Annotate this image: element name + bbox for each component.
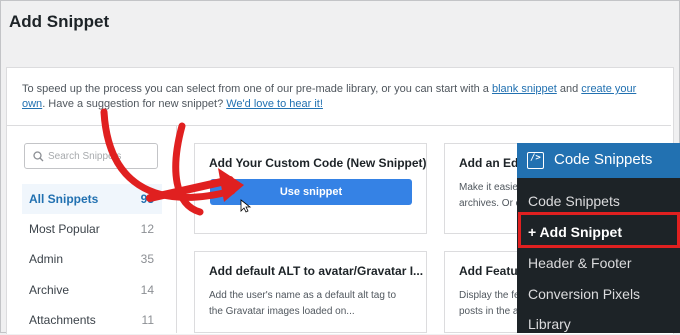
category-admin[interactable]: Admin 35 (22, 244, 162, 274)
divider (7, 125, 671, 126)
category-most-popular[interactable]: Most Popular 12 (22, 214, 162, 244)
menu-item-conversion-pixels[interactable]: Conversion Pixels (528, 286, 640, 302)
category-label: Archive (29, 283, 70, 297)
intro-text-part: To speed up the process you can select f… (22, 83, 492, 95)
snippet-card-default-alt[interactable]: Add default ALT to avatar/Gravatar I... … (194, 251, 427, 333)
menu-item-header-footer[interactable]: Header & Footer (528, 255, 632, 271)
search-input[interactable]: Search Snippets (24, 143, 158, 169)
divider (176, 126, 177, 333)
snippet-description-line: Display the fe (459, 290, 520, 301)
snippet-card-custom-code[interactable]: Add Your Custom Code (New Snippet) Use s… (194, 143, 427, 234)
snippet-description-line: posts in the a (459, 306, 519, 317)
snippet-description-line: archives. Or c (459, 198, 521, 209)
annotation-highlight-box (518, 212, 680, 248)
snippet-title: Add Featur (459, 264, 523, 278)
snippet-description: Make it easie archives. Or c (459, 180, 521, 212)
category-count: 12 (140, 222, 154, 236)
intro-text: To speed up the process you can select f… (22, 82, 662, 112)
category-count: 11 (141, 313, 154, 327)
category-all-snippets[interactable]: All Snippets 95 (22, 184, 162, 214)
suggest-snippet-link[interactable]: We'd love to hear it! (226, 98, 323, 110)
snippet-description-line: Add the user's name as a default alt tag… (209, 290, 397, 301)
category-archive[interactable]: Archive 14 (22, 275, 162, 305)
snippet-description: Display the fe posts in the a (459, 288, 520, 320)
page-title: Add Snippet (9, 12, 110, 31)
category-count: 95 (140, 192, 154, 206)
menu-item-code-snippets[interactable]: Code Snippets (528, 193, 620, 209)
snippet-title: Add Your Custom Code (New Snippet) (209, 156, 427, 170)
menu-item-library[interactable]: Library (528, 316, 571, 332)
intro-text-part: and (556, 83, 582, 95)
snippet-description: Add the user's name as a default alt tag… (209, 288, 396, 320)
category-label: Attachments (29, 313, 96, 327)
code-snippets-logo-icon: /> (527, 152, 544, 169)
submenu-header-label: Code Snippets (554, 151, 653, 168)
blank-snippet-link[interactable]: blank snippet (492, 83, 557, 95)
snippet-description-line: Make it easie (459, 182, 518, 193)
category-count: 14 (140, 283, 154, 297)
search-placeholder: Search Snippets (48, 151, 122, 162)
category-label: Admin (29, 252, 64, 266)
use-snippet-button[interactable]: Use snippet (210, 179, 412, 205)
logo-glyph: /> (530, 153, 541, 163)
intro-text-part: . Have a suggestion for new snippet? (42, 98, 227, 110)
snippet-title: Add an Edi (459, 156, 522, 170)
search-icon (33, 151, 44, 162)
snippet-description-line: the Gravatar images loaded on... (209, 306, 355, 317)
category-label: All Snippets (29, 192, 99, 206)
category-count: 35 (140, 252, 154, 266)
category-label: Most Popular (29, 222, 100, 236)
submenu-header[interactable]: /> Code Snippets (517, 143, 680, 178)
snippet-title: Add default ALT to avatar/Gravatar I... (209, 264, 424, 278)
category-attachments[interactable]: Attachments 11 (22, 305, 162, 335)
